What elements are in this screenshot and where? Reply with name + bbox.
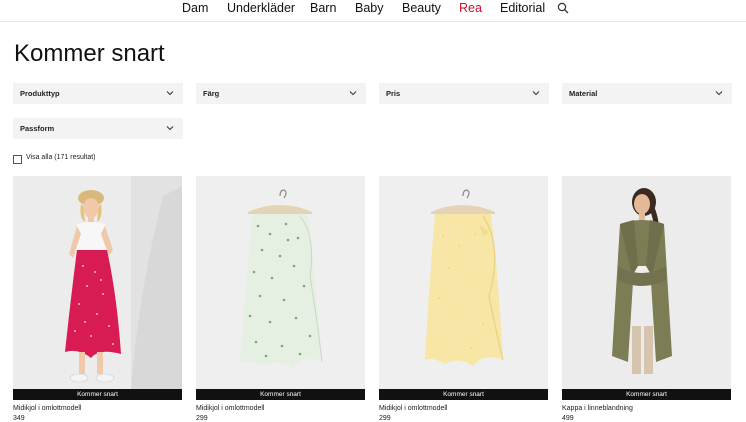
coming-soon-badge: Kommer snart [13, 389, 182, 400]
filter-produkttyp[interactable]: Produkttyp [13, 83, 183, 104]
page-title: Kommer snart [14, 40, 165, 67]
nav-item-underklader[interactable]: Underkläder [227, 0, 295, 16]
filter-label: Pris [386, 89, 401, 98]
chevron-down-icon [349, 91, 357, 96]
product-photo-green-floral-skirt [196, 176, 365, 389]
chevron-down-icon [166, 91, 174, 96]
filter-passform[interactable]: Passform [13, 118, 183, 139]
product-image[interactable] [379, 176, 548, 389]
filter-label: Färg [203, 89, 220, 98]
product-photo-model-khaki-coat [562, 176, 731, 389]
product-card[interactable]: Kommer snart Midikjol i omlottmodell 299 [379, 176, 548, 422]
filter-label: Material [569, 89, 598, 98]
product-card[interactable]: Kommer snart Midikjol i omlottmodell 299 [196, 176, 365, 422]
product-photo-yellow-skirt [379, 176, 548, 389]
product-image[interactable] [13, 176, 182, 389]
nav-item-baby[interactable]: Baby [355, 0, 384, 16]
product-name[interactable]: Midikjol i omlottmodell [379, 405, 447, 412]
product-image[interactable] [562, 176, 731, 389]
search-icon[interactable] [557, 2, 569, 14]
nav-item-barn[interactable]: Barn [310, 0, 336, 16]
product-name[interactable]: Midikjol i omlottmodell [13, 405, 81, 412]
filter-pris[interactable]: Pris [379, 83, 549, 104]
filter-farg[interactable]: Färg [196, 83, 366, 104]
product-name[interactable]: Midikjol i omlottmodell [196, 405, 264, 412]
product-photo-model-red-skirt [13, 176, 182, 389]
nav-item-rea[interactable]: Rea [459, 0, 482, 16]
product-image[interactable] [196, 176, 365, 389]
chevron-down-icon [166, 126, 174, 131]
nav-item-beauty[interactable]: Beauty [402, 0, 441, 16]
coming-soon-badge: Kommer snart [379, 389, 548, 400]
product-card[interactable]: Kommer snart Kappa i linneblandning 499 [562, 176, 731, 422]
show-all-checkbox[interactable] [13, 155, 22, 164]
product-name[interactable]: Kappa i linneblandning [562, 405, 633, 412]
nav-item-dam[interactable]: Dam [182, 0, 208, 16]
coming-soon-badge: Kommer snart [562, 389, 731, 400]
filter-material[interactable]: Material [562, 83, 732, 104]
show-all-label: Visa alla (171 resultat) [26, 154, 96, 161]
filter-label: Produkttyp [20, 89, 60, 98]
chevron-down-icon [715, 91, 723, 96]
chevron-down-icon [532, 91, 540, 96]
filter-label: Passform [20, 124, 55, 133]
nav-item-editorial[interactable]: Editorial [500, 0, 545, 16]
product-card[interactable]: Kommer snart Midikjol i omlottmodell 349 [13, 176, 182, 422]
top-navigation: Dam Underkläder Barn Baby Beauty Rea Edi… [0, 0, 746, 22]
coming-soon-badge: Kommer snart [196, 389, 365, 400]
